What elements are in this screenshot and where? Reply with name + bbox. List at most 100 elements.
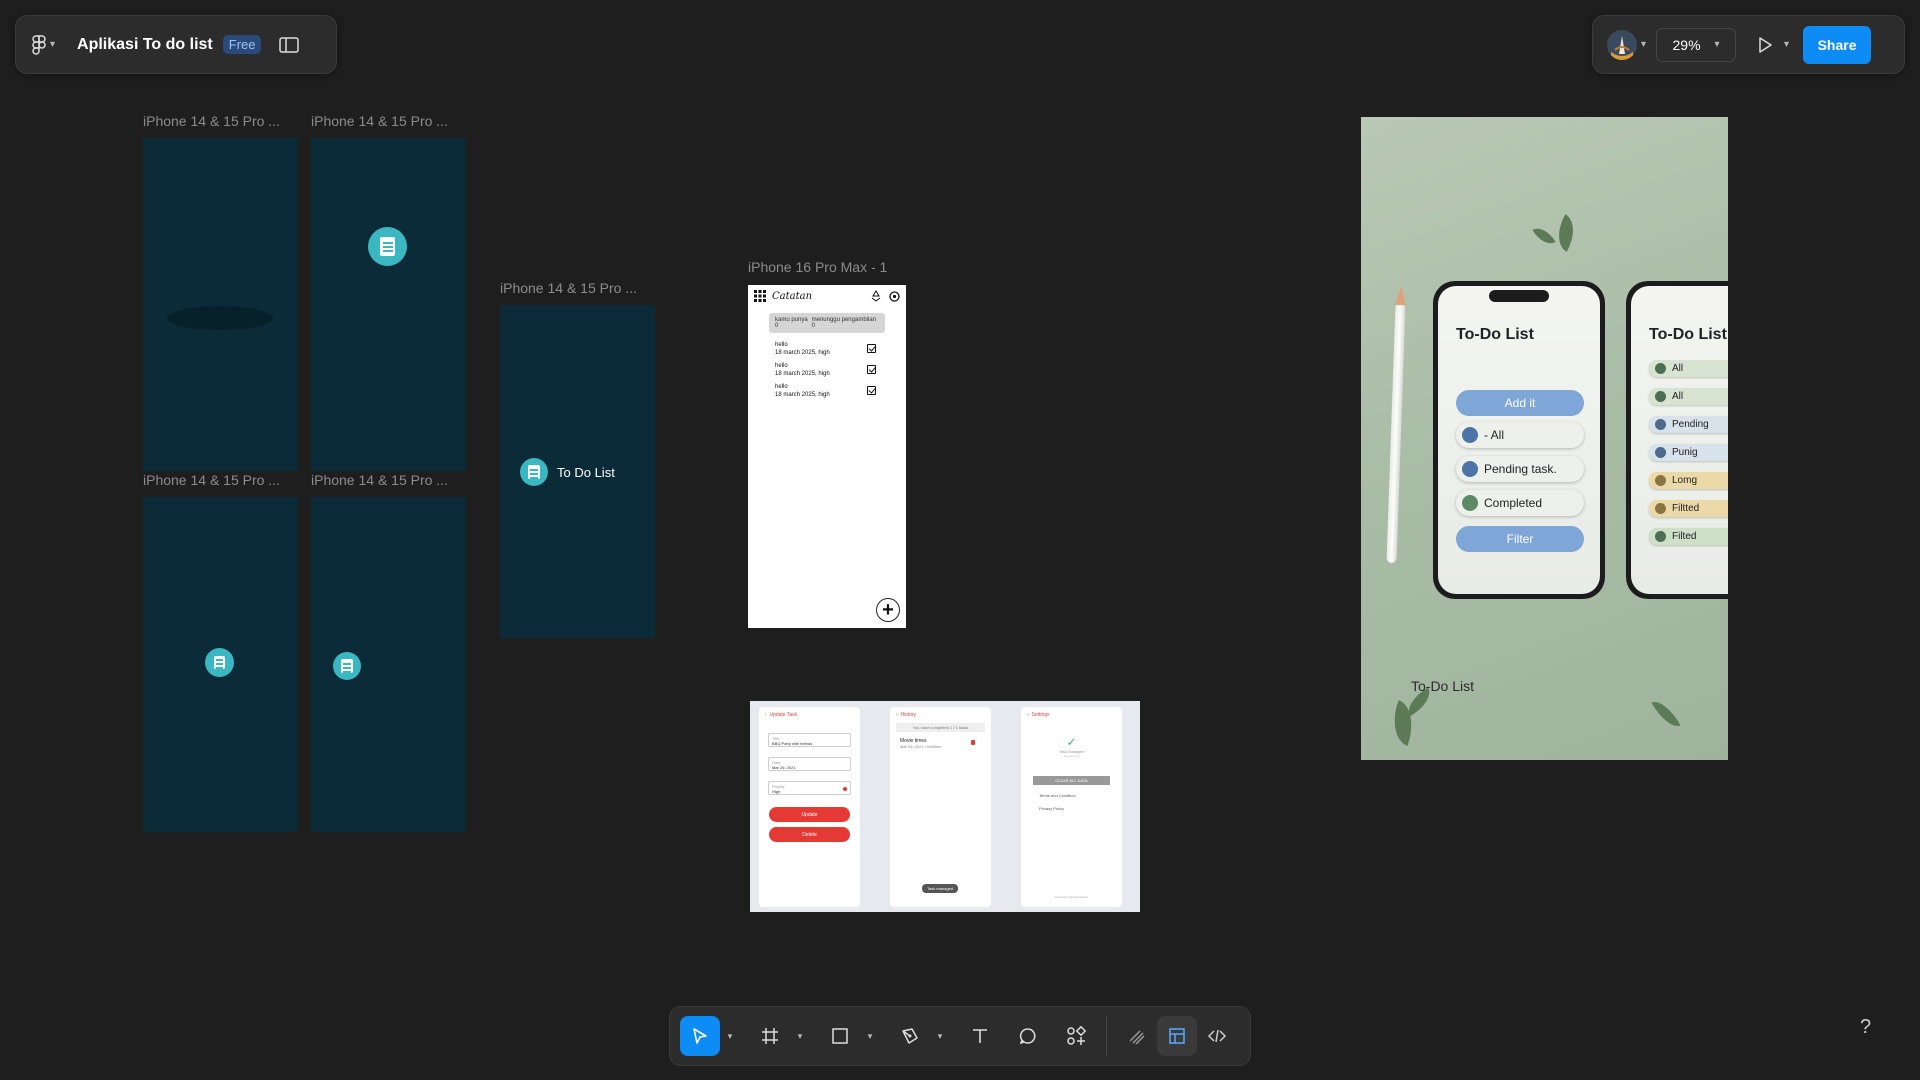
back-title: To-Do List	[1649, 326, 1727, 343]
pen-tool[interactable]	[890, 1016, 930, 1056]
iphone-frame-2[interactable]	[311, 138, 466, 471]
comment-tool[interactable]	[1008, 1016, 1048, 1056]
delete-button[interactable]: Delete	[769, 827, 850, 842]
phone-front: To-Do List Add it - All Pending task. Co…	[1433, 281, 1605, 599]
bottom-toolbar: ▾ ▾ ▾ ▾	[669, 1006, 1251, 1066]
figma-logo-icon	[32, 34, 46, 55]
notes-app-icon	[520, 458, 548, 486]
item-meta: 18 march 2025, high	[775, 350, 830, 356]
frame-label[interactable]: iPhone 14 & 15 Pro ...	[311, 113, 448, 129]
catatan-frame[interactable]: Catatan kamu punya 0 menunggu pengambila…	[748, 285, 906, 628]
notes-app-icon	[368, 227, 407, 266]
actions-tool[interactable]	[1056, 1016, 1096, 1056]
front-add-button: Add it	[1456, 390, 1584, 416]
share-button[interactable]: Share	[1803, 25, 1872, 64]
front-title: To-Do List	[1456, 326, 1534, 343]
shape-tool[interactable]	[820, 1016, 860, 1056]
clear-data-button[interactable]: CLEAR ALL DATA	[1033, 776, 1110, 785]
frame-label[interactable]: iPhone 14 & 15 Pro ...	[143, 113, 280, 129]
front-item: Pending task.	[1456, 456, 1584, 482]
privacy-link[interactable]: Privacy Policy	[1039, 806, 1104, 811]
code-icon	[1207, 1029, 1227, 1043]
mockup-image[interactable]: To-Do List Add it - All Pending task. Co…	[1361, 117, 1728, 760]
update-button[interactable]: Update	[769, 807, 850, 822]
list-item[interactable]: hello 18 march 2025, high	[748, 341, 906, 357]
checkbox-icon[interactable]	[867, 344, 876, 353]
add-button[interactable]: +	[876, 598, 900, 622]
file-title[interactable]: Aplikasi To do list	[77, 36, 213, 54]
comment-icon	[1019, 1028, 1036, 1045]
frame-tool[interactable]	[750, 1016, 790, 1056]
grid-menu-icon[interactable]	[754, 290, 766, 302]
list-item[interactable]: hello 18 march 2025, high	[748, 362, 906, 378]
item-title: hello	[775, 384, 788, 390]
terms-link[interactable]: Terms and Condition	[1039, 793, 1104, 798]
checkbox-icon[interactable]	[867, 365, 876, 374]
splash-title: To Do List	[557, 465, 615, 480]
main-menu-button[interactable]: ▾	[32, 34, 56, 55]
settings-screen: ‹ Settings ✓ Task Manager Version 1.0 CL…	[1021, 707, 1122, 907]
move-tool[interactable]	[680, 1016, 720, 1056]
design-mode-button[interactable]	[1157, 1016, 1197, 1056]
frame-label[interactable]: iPhone 14 & 15 Pro ...	[500, 280, 637, 296]
history-screen: ‹ History You have completed 1 / 1 tasks…	[890, 707, 991, 907]
zoom-dropdown[interactable]: 29% ▾	[1656, 27, 1737, 62]
help-button[interactable]: ?	[1860, 1016, 1871, 1039]
banner-right: menunggu pengambilan 0	[811, 317, 876, 329]
chevron-down-icon: ▾	[50, 39, 56, 50]
trash-icon[interactable]	[971, 740, 975, 745]
check-icon: ✓	[1066, 735, 1077, 749]
catatan-banner: kamu punya 0 menunggu pengambilan 0	[769, 313, 885, 333]
frame-label[interactable]: iPhone 14 & 15 Pro ...	[311, 472, 448, 488]
toast: Task managed	[922, 884, 959, 893]
file-panel: ▾ Aplikasi To do list Free	[15, 15, 337, 74]
banner-left: kamu punya 0	[775, 317, 808, 329]
iphone-frame-splash[interactable]: To Do List	[500, 305, 655, 638]
sidebar-toggle-button[interactable]	[279, 36, 300, 53]
priority-field[interactable]: Priority High	[768, 781, 851, 795]
plan-badge[interactable]: Free	[222, 35, 262, 54]
iphone-frame-3[interactable]	[143, 497, 298, 832]
three-screens-frame[interactable]: ‹ Update Task Title BBQ Party with friend…	[750, 701, 1140, 912]
list-item[interactable]: hello 18 march 2025, high	[748, 383, 906, 399]
catatan-title: Catatan	[772, 290, 813, 302]
settings-icon[interactable]	[889, 290, 900, 302]
item-title: hello	[775, 363, 788, 369]
toolbar-right: ▾ 29% ▾ ▾ Share	[1592, 15, 1905, 74]
frame-icon	[762, 1028, 778, 1044]
play-icon	[1759, 36, 1772, 53]
chevron-down-icon[interactable]: ▾	[720, 1031, 740, 1042]
draw-mode-button[interactable]	[1117, 1016, 1157, 1056]
pencil-decoration	[1386, 284, 1407, 564]
checkbox-icon[interactable]	[867, 386, 876, 395]
chevron-down-icon: ▾	[1641, 39, 1647, 50]
iphone-frame-4[interactable]	[311, 497, 466, 832]
item-title: hello	[775, 342, 788, 348]
chevron-down-icon[interactable]: ▾	[860, 1031, 880, 1042]
title-field[interactable]: Title BBQ Party with friends	[768, 733, 851, 747]
leaf-decoration	[1651, 695, 1681, 733]
present-button[interactable]: ▾	[1756, 36, 1789, 54]
settings-footer: Developed Technologies	[1055, 895, 1088, 899]
recycle-icon[interactable]	[870, 290, 882, 302]
front-filter-button: Filter	[1456, 526, 1584, 552]
avatar	[1607, 29, 1637, 60]
frame-label[interactable]: iPhone 14 & 15 Pro ...	[143, 472, 280, 488]
date-field[interactable]: Date Mar 26, 2021	[768, 757, 851, 771]
design-icon	[1169, 1028, 1185, 1044]
toolbar-divider	[1106, 1016, 1107, 1056]
history-header: ‹ History	[896, 712, 917, 718]
chevron-down-icon: ▾	[1784, 39, 1790, 50]
leaf-decoration	[1532, 222, 1556, 250]
chevron-down-icon[interactable]: ▾	[790, 1031, 810, 1042]
text-tool[interactable]	[960, 1016, 1000, 1056]
frame-label[interactable]: iPhone 16 Pro Max - 1	[748, 259, 887, 275]
avatar-button[interactable]: ▾	[1607, 29, 1647, 60]
chevron-down-icon[interactable]: ▾	[930, 1031, 950, 1042]
history-banner: You have completed 1 / 1 tasks	[896, 723, 985, 732]
history-item[interactable]: Movie times Mar 26, 2021 • Medium	[900, 738, 981, 749]
iphone-frame-1[interactable]	[143, 138, 298, 471]
item-meta: 18 march 2025, high	[775, 371, 830, 377]
ellipse-shape	[167, 306, 273, 330]
dev-mode-button[interactable]	[1197, 1016, 1237, 1056]
